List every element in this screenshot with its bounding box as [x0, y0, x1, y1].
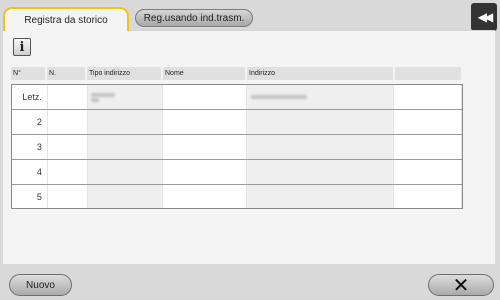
table-row[interactable]: 4	[12, 160, 462, 185]
table-row[interactable]: 3	[12, 135, 462, 160]
cell-address	[246, 135, 395, 159]
cell-address-type	[87, 160, 164, 184]
cell-extra	[394, 110, 462, 134]
column-header-name: Nome	[163, 67, 247, 80]
cell-address	[246, 110, 395, 134]
cell-extra	[394, 135, 462, 159]
cell-extra	[394, 185, 462, 208]
redacted-content	[90, 98, 99, 102]
tab-registra-da-storico[interactable]: Registra da storico	[3, 7, 129, 31]
column-header-address-type: Tipo indirizzo	[87, 67, 163, 80]
cell-n	[48, 85, 88, 109]
column-header-extra	[395, 67, 463, 80]
row-number: 2	[12, 110, 48, 134]
cell-address	[246, 185, 395, 208]
close-button[interactable]: ✕	[428, 274, 494, 297]
table-row[interactable]: 5	[12, 185, 462, 208]
new-button[interactable]: Nuovo	[9, 274, 72, 296]
info-icon[interactable]: i	[13, 38, 31, 56]
table-header: N° N. Tipo indirizzo Nome Indirizzo	[11, 67, 463, 80]
column-header-n: N.	[47, 67, 87, 80]
cell-name	[163, 185, 247, 208]
row-number: Letz.	[12, 85, 48, 109]
double-left-arrow-icon: ◀◀	[477, 10, 494, 24]
tab-reg-usando-ind-trasm[interactable]: Reg.usando ind.trasm.	[135, 9, 253, 27]
row-number: 4	[12, 160, 48, 184]
cell-address	[246, 160, 395, 184]
cell-n	[48, 160, 88, 184]
column-header-address: Indirizzo	[247, 67, 395, 80]
cell-name	[163, 160, 247, 184]
cell-address-type	[87, 85, 164, 109]
row-number: 5	[12, 185, 48, 208]
cell-name	[163, 110, 247, 134]
cell-n	[48, 135, 88, 159]
column-header-number: N°	[11, 67, 47, 80]
redacted-content	[250, 95, 307, 99]
cell-name	[163, 135, 247, 159]
table-row[interactable]: 2	[12, 110, 462, 135]
cell-extra	[394, 85, 462, 109]
cell-name	[163, 85, 247, 109]
cell-n	[48, 110, 88, 134]
cell-n	[48, 185, 88, 208]
tab-label: Registra da storico	[24, 14, 108, 26]
cell-extra	[394, 160, 462, 184]
cell-address-type	[87, 185, 164, 208]
cell-address-type	[87, 135, 164, 159]
new-button-label: Nuovo	[26, 279, 55, 291]
cell-address	[246, 85, 395, 109]
tab-label: Reg.usando ind.trasm.	[143, 12, 245, 24]
history-panel: i N° N. Tipo indirizzo Nome Indirizzo Le…	[3, 30, 495, 264]
back-button[interactable]: ◀◀	[471, 3, 497, 31]
cell-address-type	[87, 110, 164, 134]
close-x-icon: ✕	[452, 274, 470, 297]
redacted-content	[90, 93, 115, 97]
table-row[interactable]: Letz.	[12, 85, 462, 110]
history-list: Letz. 2 3 4 5	[11, 84, 463, 209]
row-number: 3	[12, 135, 48, 159]
